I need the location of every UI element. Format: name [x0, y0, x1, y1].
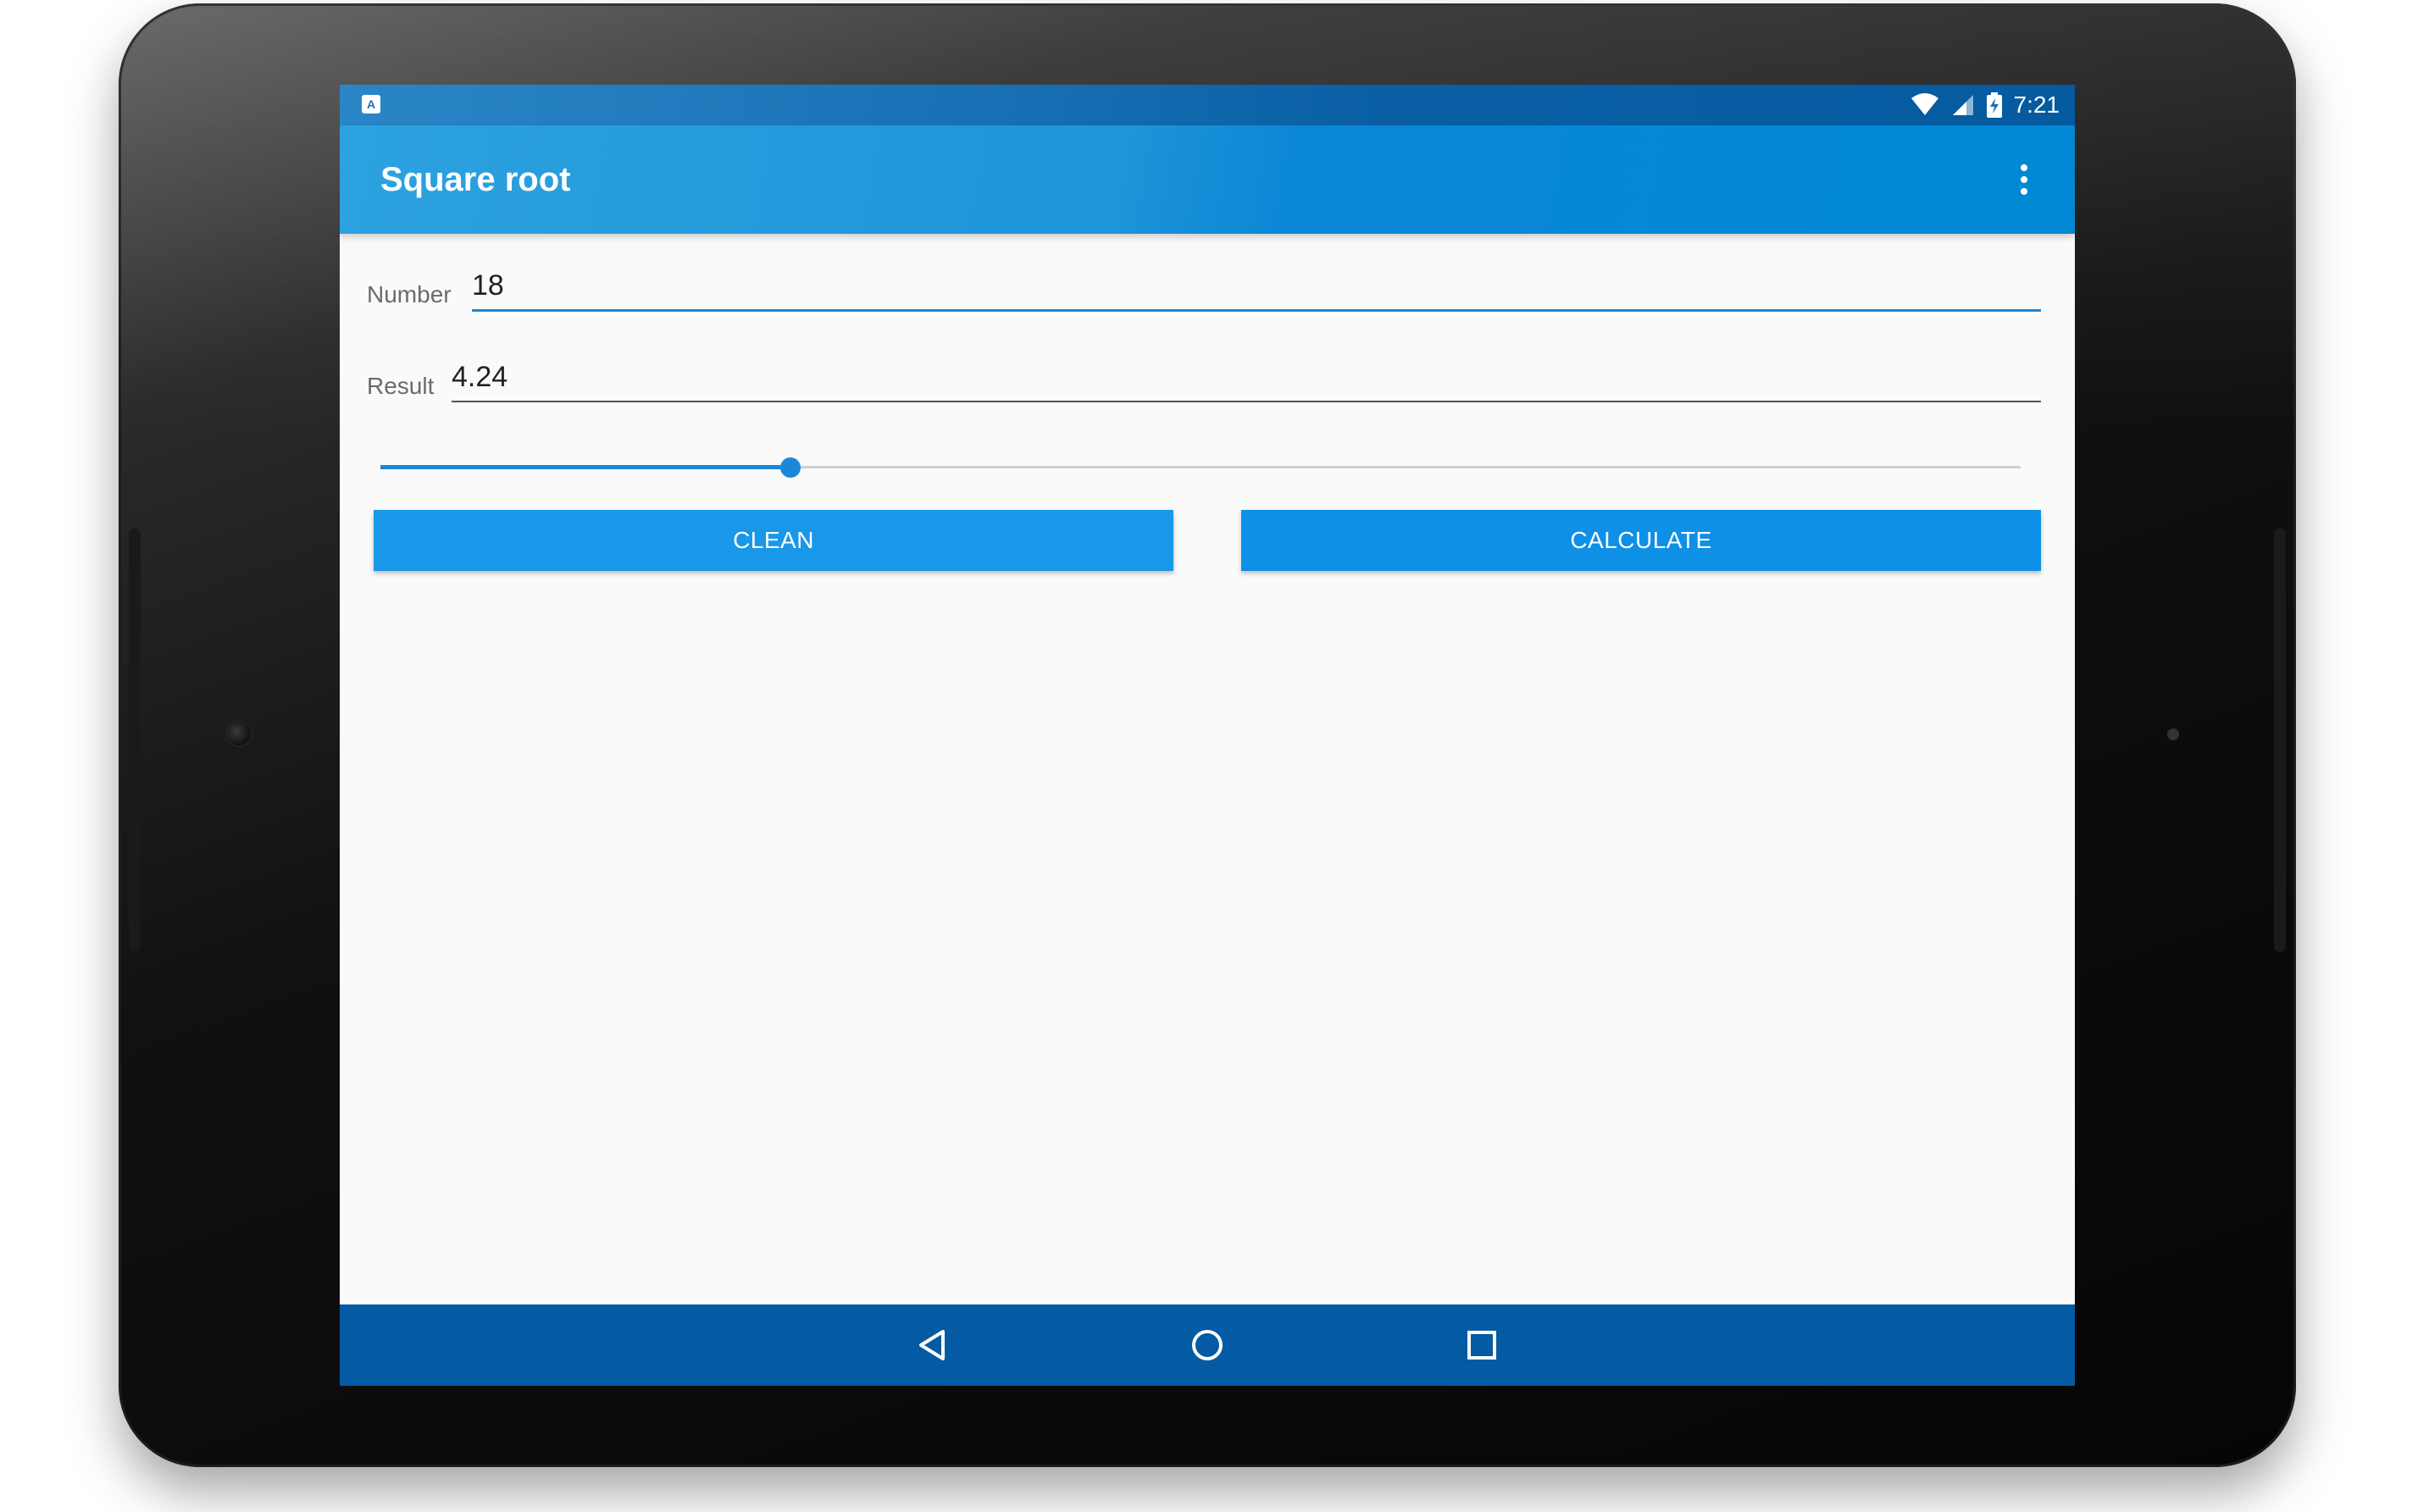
device-screen: A 7:21 Square root Number 18 Result 4.24…	[340, 85, 2075, 1386]
slider-thumb[interactable]	[780, 457, 801, 478]
number-label: Number	[367, 281, 452, 307]
slider-fill	[380, 465, 790, 469]
right-speaker-grille	[2274, 529, 2286, 952]
clean-button[interactable]: CLEAN	[374, 510, 1173, 571]
light-sensor	[2167, 728, 2179, 740]
main-content: Number Result CLEAN CALCULATE	[340, 234, 2075, 1304]
navigation-bar	[340, 1304, 2075, 1386]
front-camera	[225, 720, 252, 747]
number-field-row: Number	[367, 269, 2048, 329]
status-time: 7:21	[2013, 91, 2060, 118]
calculate-button[interactable]: CALCULATE	[1241, 510, 2041, 571]
recents-icon[interactable]	[1461, 1325, 1502, 1365]
value-slider[interactable]	[380, 456, 2021, 479]
number-input[interactable]	[472, 269, 2041, 312]
left-speaker-grille	[129, 529, 141, 952]
wifi-icon	[1911, 93, 1938, 115]
status-bar: A 7:21	[340, 85, 2075, 125]
app-bar: Square root	[340, 125, 2075, 234]
cellular-signal-icon	[1952, 95, 1973, 115]
battery-charging-icon	[1986, 92, 2002, 118]
back-icon[interactable]	[912, 1325, 953, 1365]
overflow-menu-icon[interactable]	[2016, 163, 2033, 197]
result-label: Result	[367, 373, 435, 399]
app-title: Square root	[380, 161, 571, 198]
result-input[interactable]	[452, 361, 2041, 402]
a-badge-icon: A	[362, 95, 380, 114]
result-field-row: Result	[367, 361, 2048, 420]
home-icon[interactable]	[1187, 1325, 1228, 1365]
status-icons: 7:21	[1911, 85, 2060, 125]
